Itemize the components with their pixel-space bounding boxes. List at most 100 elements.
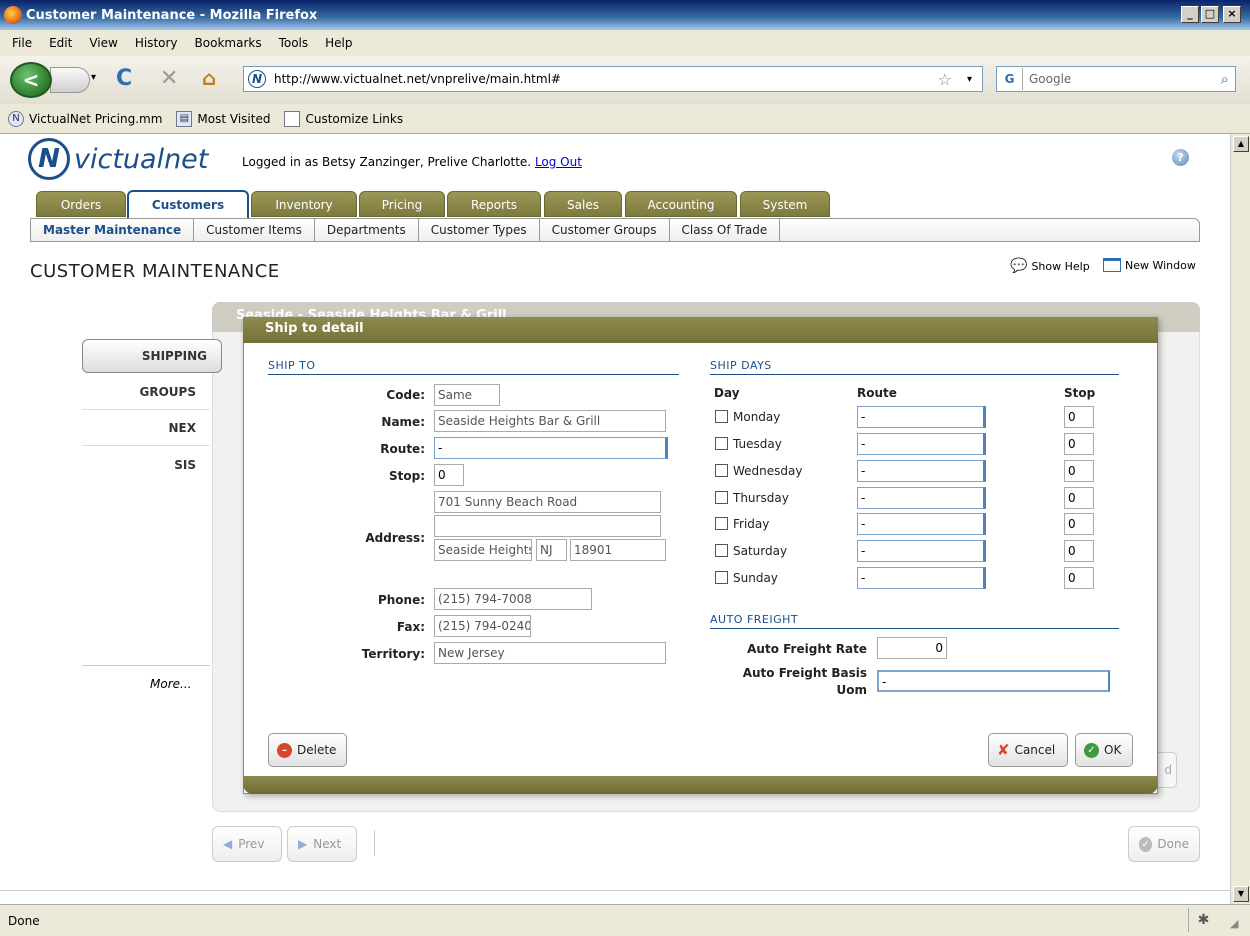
url-bar[interactable]: N http://www.victualnet.net/vnprelive/ma… [243,66,983,92]
thursday-checkbox[interactable] [715,491,728,504]
stop-field[interactable]: 0 [434,464,464,486]
friday-checkbox[interactable] [715,517,728,530]
bookmark-star-icon[interactable]: ☆ [938,70,952,89]
side-nav-sis[interactable]: SIS [82,447,210,483]
wednesday-checkbox[interactable] [715,464,728,477]
subtab-departments[interactable]: Departments [315,219,419,241]
friday-stop-field[interactable]: 0 [1064,513,1094,535]
back-button[interactable]: < [10,62,52,98]
resize-grip-icon[interactable]: ◢ [1230,917,1238,930]
state-field[interactable]: NJ [536,539,567,561]
delete-button[interactable]: – Delete [268,733,347,767]
tab-sales[interactable]: Sales [544,191,622,217]
delete-icon: – [277,742,292,758]
address-line2-field[interactable] [434,515,661,537]
prev-button[interactable]: ◀ Prev [212,826,282,862]
phone-field[interactable]: (215) 794-7008 [434,588,592,610]
auto-freight-rate-field[interactable]: 0 [877,637,947,659]
tab-reports[interactable]: Reports [447,191,541,217]
ok-button[interactable]: ✓ OK [1075,733,1133,767]
tab-accounting[interactable]: Accounting [625,191,737,217]
forward-button[interactable] [50,67,90,93]
subtab-master-maintenance[interactable]: Master Maintenance [31,219,195,241]
wednesday-stop-field[interactable]: 0 [1064,460,1094,482]
bookmark-customize-links[interactable]: Customize Links [284,110,403,127]
search-icon[interactable]: ⌕ [1221,70,1229,88]
subtab-class-of-trade[interactable]: Class Of Trade [670,219,781,241]
menu-tools[interactable]: Tools [279,36,309,50]
scroll-up-icon[interactable]: ▲ [1233,136,1249,152]
fax-field[interactable]: (215) 794-0240 [434,615,531,637]
saturday-stop-field[interactable]: 0 [1064,540,1094,562]
city-field[interactable]: Seaside Heights [434,539,532,561]
tab-orders[interactable]: Orders [36,191,126,217]
auto-freight-basis-field[interactable]: - [877,670,1110,692]
bookmark-most-visited[interactable]: ▤ Most Visited [176,110,270,127]
url-dropdown-icon[interactable]: ▾ [967,74,972,85]
dialog-title: Ship to detail [243,317,1158,343]
home-icon[interactable]: ⌂ [202,66,216,90]
sunday-checkbox[interactable] [715,571,728,584]
phone-label: Phone: [377,593,425,607]
site-favicon-icon: N [248,70,266,88]
monday-route-field[interactable]: - [857,406,986,428]
thursday-stop-field[interactable]: 0 [1064,487,1094,509]
side-nav-nex[interactable]: NEX [82,410,210,446]
menu-history[interactable]: History [135,36,178,50]
help-icon[interactable]: ? [1172,149,1189,166]
saturday-checkbox[interactable] [715,544,728,557]
firebug-icon[interactable]: ✱ [1188,908,1218,932]
saturday-route-field[interactable]: - [857,540,986,562]
minimize-button[interactable]: _ [1181,6,1199,23]
menu-view[interactable]: View [89,36,117,50]
search-engine-icon[interactable]: G [997,68,1023,90]
reload-icon[interactable]: C [116,66,132,91]
monday-stop-field[interactable]: 0 [1064,406,1094,428]
tuesday-route-field[interactable]: - [857,433,986,455]
subtab-customer-groups[interactable]: Customer Groups [540,219,670,241]
more-link[interactable]: More... [150,677,191,691]
tab-pricing[interactable]: Pricing [359,191,445,217]
monday-checkbox[interactable] [715,410,728,423]
subtab-customer-types[interactable]: Customer Types [419,219,540,241]
cancel-button[interactable]: ✘ Cancel [988,733,1068,767]
territory-field[interactable]: New Jersey [434,642,666,664]
name-field[interactable]: Seaside Heights Bar & Grill [434,410,666,432]
sunday-route-field[interactable]: - [857,567,986,589]
logout-link[interactable]: Log Out [535,155,582,169]
done-button[interactable]: ✓ Done [1128,826,1200,862]
zip-field[interactable]: 18901 [570,539,666,561]
tab-system[interactable]: System [740,191,830,217]
show-help-link[interactable]: 💬 Show Help [1010,258,1090,274]
route-field[interactable]: - [434,437,668,459]
bookmark-label: VictualNet Pricing.mm [29,111,163,126]
tab-customers[interactable]: Customers [127,190,249,218]
maximize-button[interactable]: □ [1201,6,1219,23]
menu-bookmarks[interactable]: Bookmarks [195,36,262,50]
friday-route-field[interactable]: - [857,513,986,535]
code-field[interactable]: Same [434,384,500,406]
firefox-icon [4,6,22,24]
side-nav-shipping[interactable]: SHIPPING [82,339,222,373]
vertical-scrollbar[interactable]: ▲ ▼ [1230,134,1250,904]
menu-edit[interactable]: Edit [49,36,72,50]
tab-inventory[interactable]: Inventory [251,191,357,217]
menu-file[interactable]: File [12,36,32,50]
bookmark-victualnet[interactable]: N VictualNet Pricing.mm [8,110,163,127]
new-window-link[interactable]: New Window [1103,258,1196,272]
close-button[interactable]: × [1223,6,1241,23]
stop-icon[interactable]: ✕ [160,66,178,91]
wednesday-route-field[interactable]: - [857,460,986,482]
subtab-customer-items[interactable]: Customer Items [194,219,315,241]
address-line1-field[interactable]: 701 Sunny Beach Road [434,491,661,513]
side-nav-groups[interactable]: GROUPS [82,374,210,410]
tuesday-stop-field[interactable]: 0 [1064,433,1094,455]
next-button[interactable]: ▶ Next [287,826,357,862]
thursday-route-field[interactable]: - [857,487,986,509]
sunday-stop-field[interactable]: 0 [1064,567,1094,589]
menu-help[interactable]: Help [325,36,352,50]
tuesday-checkbox[interactable] [715,437,728,450]
history-dropdown-icon[interactable]: ▾ [91,72,96,83]
scroll-down-icon[interactable]: ▼ [1233,886,1249,902]
search-bar[interactable]: G Google ⌕ [996,66,1236,92]
